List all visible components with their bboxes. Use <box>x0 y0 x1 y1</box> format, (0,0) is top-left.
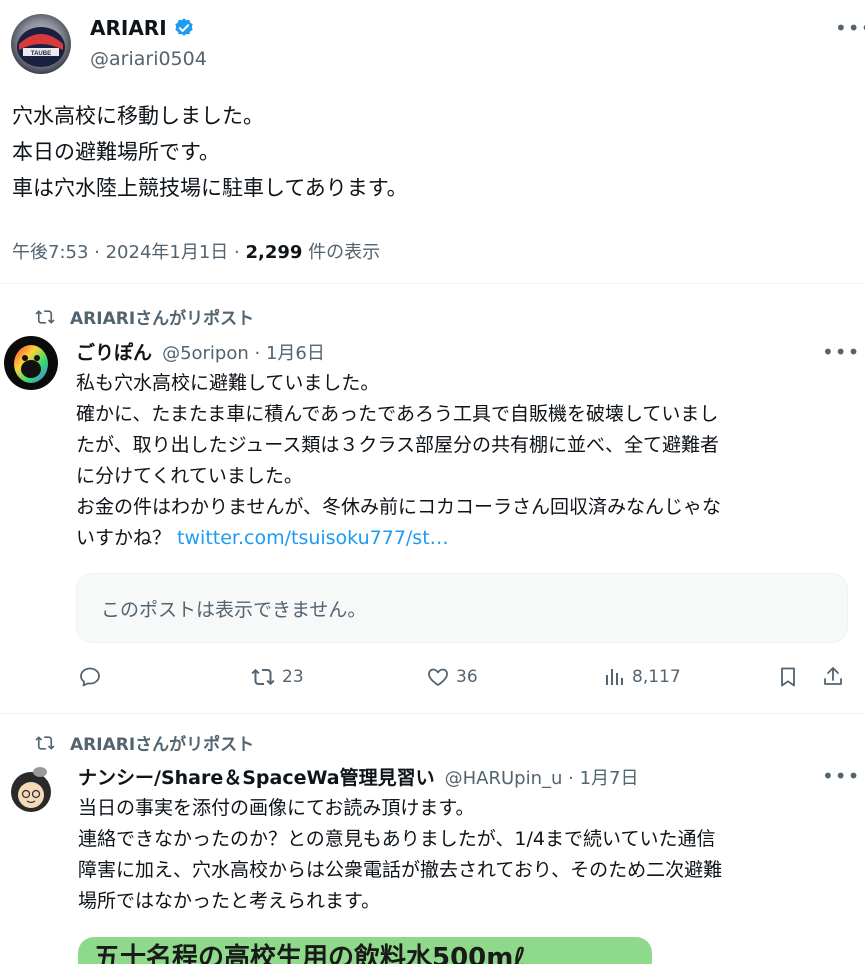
repost-label[interactable]: ARIARIさんがリポスト <box>70 304 254 329</box>
repost-indicator: ARIARIさんがリポスト <box>34 304 254 329</box>
reply-line: たが、取り出したジュース類は３クラス部屋分の共有棚に並べ、全て避難者 <box>76 434 719 456</box>
repost-icon <box>35 309 55 324</box>
quote-unavailable-text: このポストは表示できません。 <box>101 599 367 621</box>
repost-icon <box>251 668 275 686</box>
reply-header: ナンシー/Share＆SpaceWa管理見習い @HARUpin_u · 1月7… <box>78 763 638 790</box>
avatar-text: TAUBE <box>31 51 51 57</box>
tweet-link[interactable]: twitter.com/tsuisoku777/st… <box>177 527 449 549</box>
tweet-line: 穴水高校に移動しました。 <box>12 104 264 128</box>
reply-line: 場所ではなかったと考えられます。 <box>78 890 381 912</box>
quote-unavailable-box: このポストは表示できません。 <box>76 573 848 643</box>
tweet-line: 車は穴水陸上競技場に駐車してあります。 <box>12 176 408 200</box>
reply-line-last: いすかね？ twitter.com/tsuisoku777/st… <box>76 523 856 554</box>
reply-avatar[interactable] <box>4 762 58 816</box>
tweet-meta: 午後7:53 · 2024年1月1日 · 2,299 件の表示 <box>12 238 380 264</box>
image-text: 五十名程の高校生用の飲料水500mℓ <box>94 943 526 964</box>
reply-meta[interactable]: @HARUpin_u · 1月7日 <box>445 768 639 789</box>
reply-avatar[interactable] <box>4 336 58 390</box>
retweet-count: 23 <box>282 667 304 687</box>
analytics-icon <box>606 669 623 685</box>
reply-text: 私も穴水高校に避難していました。 確かに、たまたま車に積んであったであろう工具で… <box>76 368 856 554</box>
gorilla-avatar-icon <box>14 345 48 383</box>
share-button[interactable] <box>821 665 845 689</box>
helmet-avatar-icon: TAUBE <box>17 27 65 67</box>
reply-button[interactable] <box>78 665 102 689</box>
reply-author-name[interactable]: ナンシー/Share＆SpaceWa管理見習い <box>78 767 435 789</box>
reply-line: お金の件はわかりませんが、冬休み前にコカコーラさん回収済みなんじゃな <box>76 496 722 518</box>
views-button[interactable]: 8,117 <box>602 665 681 689</box>
repost-icon <box>35 735 55 750</box>
divider <box>0 713 865 714</box>
attached-image[interactable]: 五十名程の高校生用の飲料水500mℓ <box>78 937 652 964</box>
share-icon <box>824 667 842 685</box>
reply-line: 当日の事実を添付の画像にてお読み頂けます。 <box>78 797 475 819</box>
heart-icon <box>428 668 448 686</box>
reply-line: 確かに、たまたま車に積んであったであろう工具で自販機を破壊していまし <box>76 403 719 425</box>
author-name[interactable]: ARIARI <box>90 16 167 40</box>
more-options-icon[interactable]: ••• <box>822 340 860 364</box>
divider <box>0 283 865 284</box>
author-handle[interactable]: @ariari0504 <box>90 48 207 70</box>
reply-author-name[interactable]: ごりぽん <box>76 342 152 364</box>
reply-icon <box>80 667 100 687</box>
author-avatar[interactable]: TAUBE <box>11 14 71 74</box>
views-label: 件の表示 <box>302 242 381 263</box>
verified-badge-icon <box>174 18 193 36</box>
retweet-button[interactable]: 23 <box>250 665 304 689</box>
reply-line: に分けてくれていました。 <box>76 465 303 487</box>
bookmark-button[interactable] <box>776 665 800 689</box>
reply-meta[interactable]: @5oripon · 1月6日 <box>162 343 325 364</box>
tweet-line: 本日の避難場所です。 <box>12 140 220 164</box>
like-count: 36 <box>456 667 478 687</box>
bookmark-icon <box>781 667 795 687</box>
more-options-icon[interactable]: ••• <box>835 16 865 40</box>
view-count: 8,117 <box>632 667 681 687</box>
reply-line: 連絡できなかったのか？との意見もありましたが、1/4まで続いていた通信 <box>78 828 716 850</box>
author-name-row: ARIARI <box>90 16 195 40</box>
reply-text: 当日の事実を添付の画像にてお読み頂けます。 連絡できなかったのか？との意見もあり… <box>78 793 858 917</box>
repost-indicator: ARIARIさんがリポスト <box>34 730 254 755</box>
reply-header: ごりぽん @5oripon · 1月6日 <box>76 338 325 365</box>
reply-line: 私も穴水高校に避難していました。 <box>76 372 380 394</box>
like-button[interactable]: 36 <box>426 665 478 689</box>
repost-label[interactable]: ARIARIさんがリポスト <box>70 730 254 755</box>
cartoon-person-avatar-icon <box>11 767 51 812</box>
tweet-timestamp[interactable]: 午後7:53 · 2024年1月1日 · <box>12 242 245 263</box>
tweet-text: 穴水高校に移動しました。 本日の避難場所です。 車は穴水陸上競技場に駐車してあり… <box>12 98 852 206</box>
views-count: 2,299 <box>245 242 303 263</box>
reply-line: 障害に加え、穴水高校からは公衆電話が撤去されており、そのため二次避難 <box>78 859 723 881</box>
more-options-icon[interactable]: ••• <box>822 764 860 788</box>
reply-line-prefix: いすかね？ <box>76 527 178 549</box>
